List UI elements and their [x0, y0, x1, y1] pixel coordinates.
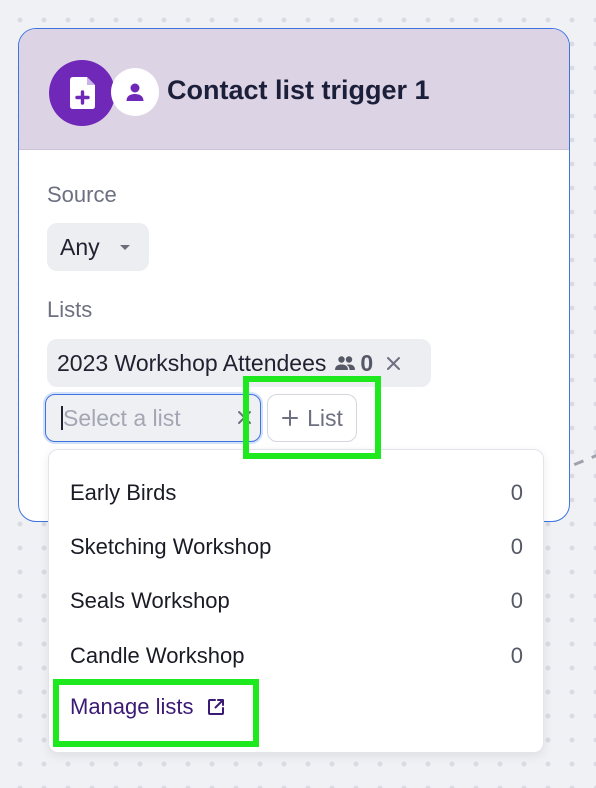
list-option-seals-workshop[interactable]: Seals Workshop 0 — [49, 576, 543, 626]
chip-list-name: 2023 Workshop Attendees — [57, 349, 327, 376]
close-icon[interactable] — [386, 356, 401, 371]
highlight-add-list — [243, 376, 381, 459]
list-option-count: 0 — [510, 588, 523, 613]
chevron-down-icon — [119, 244, 130, 250]
list-option-count: 0 — [510, 480, 523, 505]
list-option-count: 0 — [510, 534, 523, 559]
card-header: Contact list trigger 1 — [19, 29, 569, 150]
list-option-sketching-workshop[interactable]: Sketching Workshop 0 — [49, 522, 543, 572]
list-option-name: Sketching Workshop — [70, 534, 272, 559]
lists-label: Lists — [47, 297, 93, 322]
list-select-input[interactable] — [45, 394, 261, 442]
list-search-field[interactable] — [63, 403, 223, 433]
highlight-manage-lists — [53, 679, 259, 747]
chip-member-count: 0 — [360, 349, 374, 376]
list-option-early-birds[interactable]: Early Birds 0 — [49, 468, 543, 518]
people-icon — [334, 355, 356, 371]
card-title: Contact list trigger 1 — [167, 75, 430, 105]
person-icon — [111, 68, 159, 116]
list-option-candle-workshop[interactable]: Candle Workshop 0 — [49, 631, 543, 681]
source-label: Source — [47, 182, 117, 207]
source-value: Any — [60, 233, 100, 260]
list-option-count: 0 — [510, 643, 523, 668]
list-option-name: Seals Workshop — [70, 588, 230, 613]
list-option-name: Early Birds — [70, 480, 177, 505]
list-option-name: Candle Workshop — [70, 643, 245, 668]
source-select[interactable]: Any — [47, 223, 149, 271]
file-add-icon — [49, 60, 115, 126]
